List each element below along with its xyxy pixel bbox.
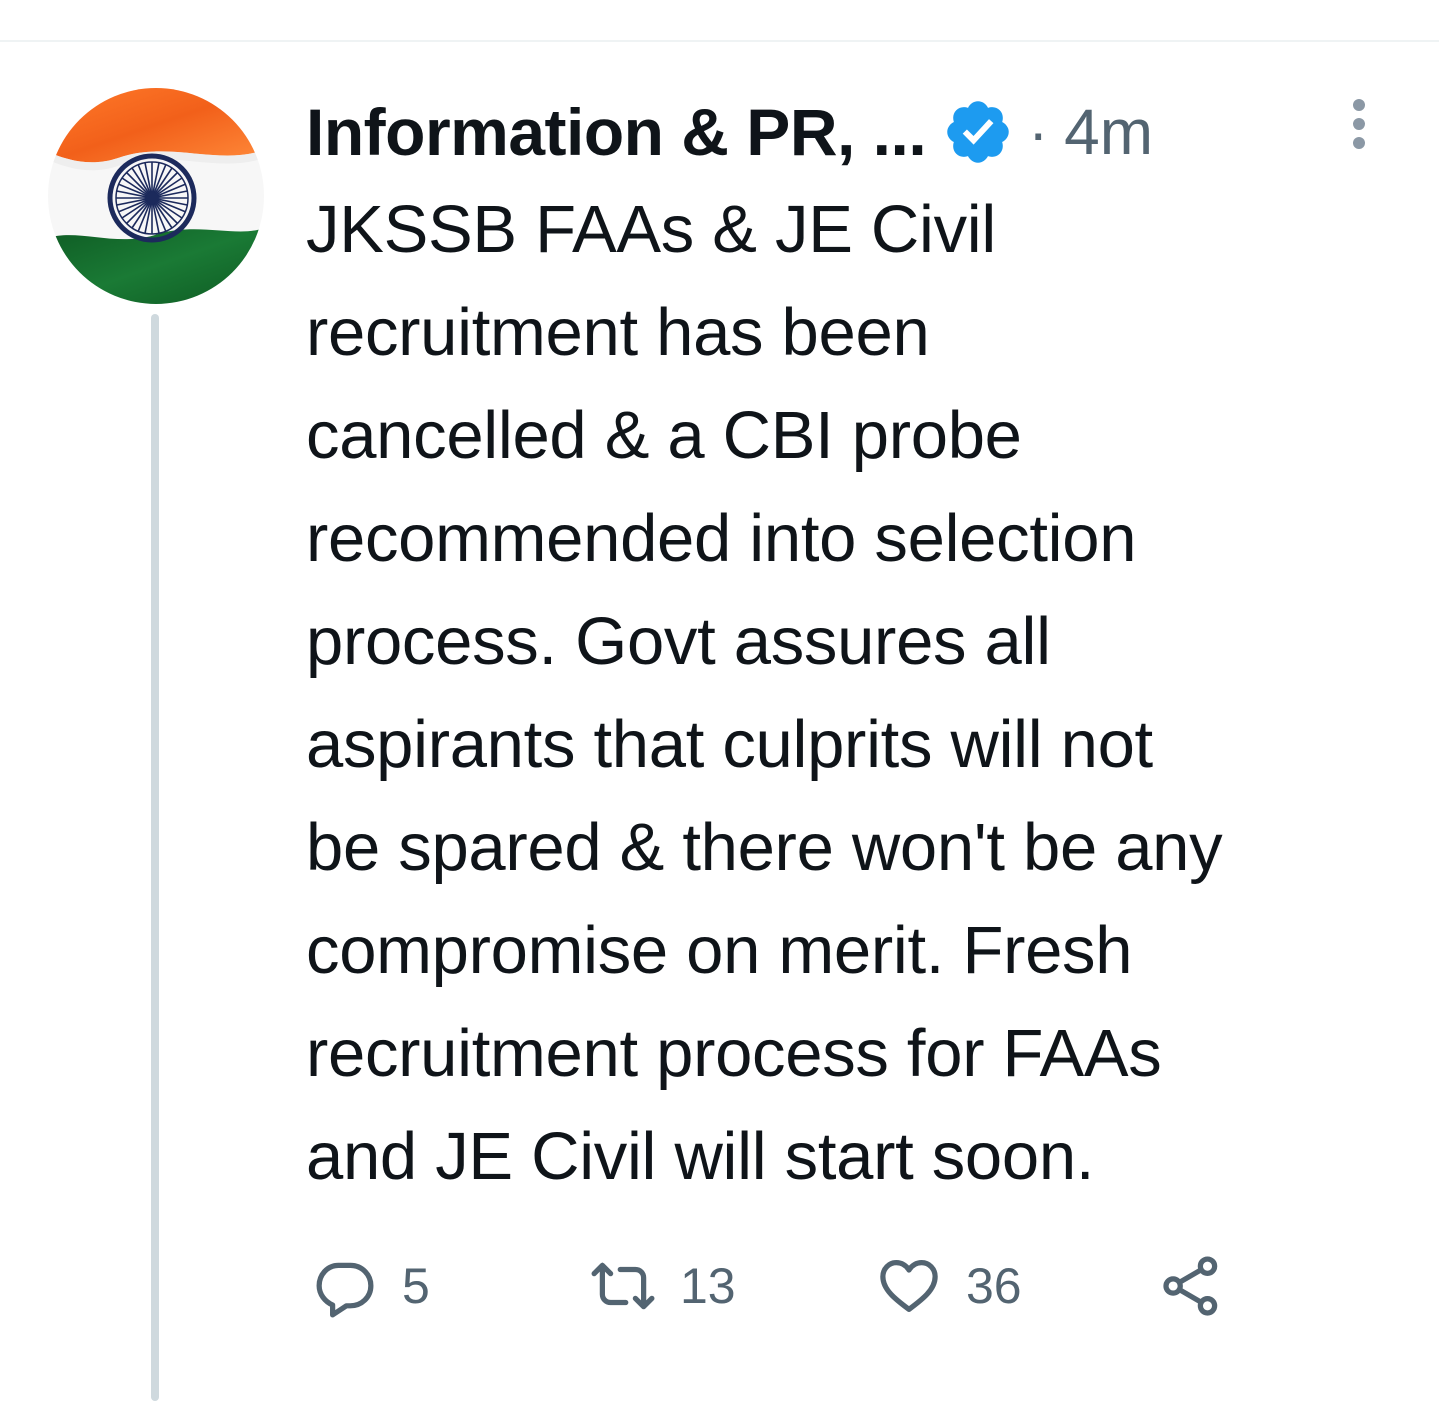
- tweet-actions: 5 13 36: [306, 1248, 1306, 1324]
- retweet-count: 13: [680, 1258, 736, 1314]
- tweet-header: Information & PR, ... · 4m: [306, 92, 1153, 172]
- tweet-text-line: cancelled & a CBI probe: [306, 398, 1022, 473]
- display-name[interactable]: Information & PR, ...: [306, 94, 927, 170]
- avatar[interactable]: [48, 88, 264, 304]
- india-flag-icon: [48, 88, 264, 304]
- tweet-text-line: JKSSB FAAs & JE Civil: [306, 192, 996, 267]
- more-options-icon[interactable]: [1344, 96, 1374, 156]
- tweet-text-line: aspirants that culprits will not: [306, 707, 1153, 782]
- reply-count: 5: [402, 1258, 430, 1314]
- verified-badge-icon: [942, 96, 1014, 168]
- separator-dot: ·: [1028, 98, 1049, 166]
- retweet-button[interactable]: 13: [590, 1248, 736, 1324]
- like-button[interactable]: 36: [876, 1248, 1022, 1324]
- reply-button[interactable]: 5: [312, 1248, 430, 1324]
- tweet-text-line: process. Govt assures all: [306, 604, 1051, 679]
- tweet-text-line: recommended into selection: [306, 501, 1137, 576]
- share-icon: [1163, 1256, 1218, 1316]
- tweet-text-line: compromise on merit. Fresh: [306, 913, 1133, 988]
- tweet-text-line: recruitment has been: [306, 295, 930, 370]
- retweet-icon: [591, 1262, 655, 1310]
- heart-icon: [880, 1260, 938, 1312]
- share-button[interactable]: [1158, 1248, 1224, 1324]
- like-count: 36: [966, 1258, 1022, 1314]
- timestamp[interactable]: 4m: [1064, 95, 1153, 169]
- tweet-text-line: and JE Civil will start soon.: [306, 1119, 1095, 1194]
- top-divider: [0, 40, 1439, 42]
- thread-line: [151, 314, 159, 1401]
- tweet-text-line: be spared & there won't be any: [306, 810, 1223, 885]
- reply-icon: [316, 1262, 374, 1318]
- tweet-text: JKSSB FAAs & JE Civil recruitment has be…: [306, 178, 1411, 1208]
- tweet-text-line: recruitment process for FAAs: [306, 1016, 1162, 1091]
